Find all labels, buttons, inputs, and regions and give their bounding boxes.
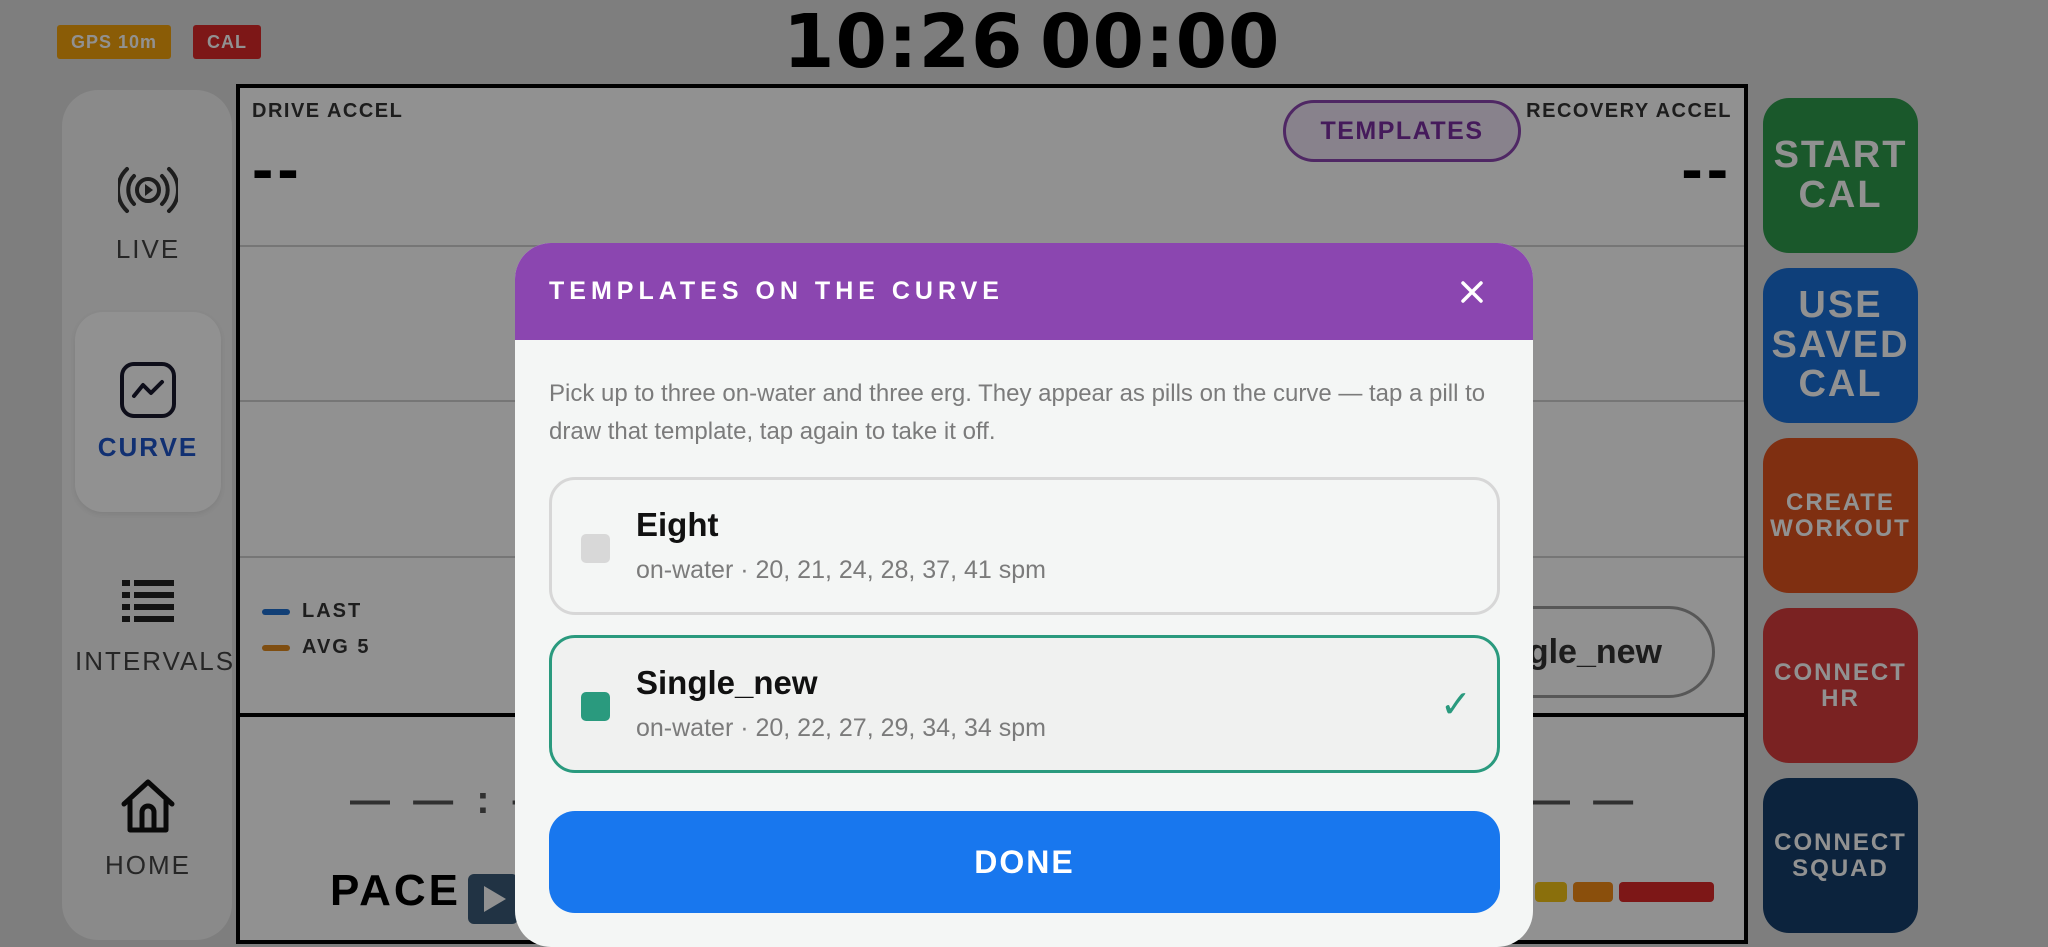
checkbox[interactable] bbox=[581, 692, 610, 721]
template-name: Single_new bbox=[636, 664, 818, 701]
done-button[interactable]: DONE bbox=[549, 811, 1500, 913]
template-option-single-new[interactable]: Single_new on-water · 20, 22, 27, 29, 34… bbox=[549, 635, 1500, 773]
dialog-description: Pick up to three on-water and three erg.… bbox=[549, 380, 1486, 445]
template-option-eight[interactable]: Eight on-water · 20, 21, 24, 28, 37, 41 … bbox=[549, 477, 1500, 615]
template-meta: on-water · 20, 21, 24, 28, 37, 41 spm bbox=[636, 556, 1046, 584]
template-meta: on-water · 20, 22, 27, 29, 34, 34 spm bbox=[636, 714, 1046, 742]
dialog-title: TEMPLATES ON THE CURVE bbox=[549, 277, 1004, 305]
template-name: Eight bbox=[636, 506, 719, 543]
close-icon[interactable] bbox=[1451, 271, 1493, 313]
checkbox[interactable] bbox=[581, 534, 610, 563]
templates-dialog: TEMPLATES ON THE CURVE Pick up to three … bbox=[515, 243, 1533, 947]
checkmark-icon: ✓ bbox=[1440, 682, 1472, 726]
dialog-header: TEMPLATES ON THE CURVE bbox=[515, 243, 1533, 340]
